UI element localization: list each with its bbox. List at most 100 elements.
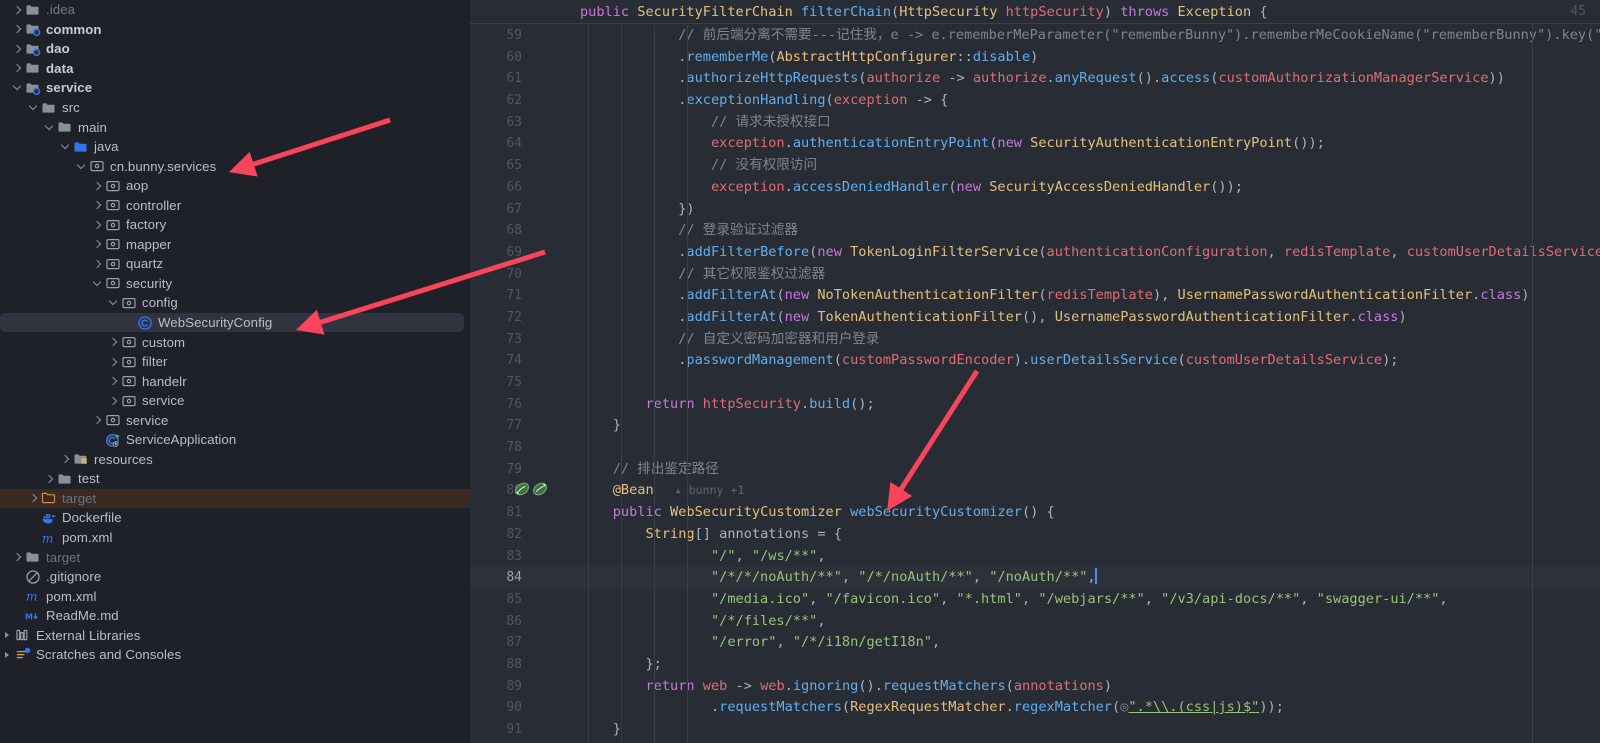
code-line-63[interactable]: 63 // 请求未授权接口: [470, 112, 1600, 134]
tree-item-pom-xml[interactable]: m pom.xml: [0, 528, 470, 548]
chevron-down-icon[interactable]: [44, 122, 55, 133]
line-number[interactable]: 84: [470, 567, 536, 589]
line-number[interactable]: 72: [470, 307, 536, 329]
tree-item-security[interactable]: security: [0, 274, 470, 294]
line-number[interactable]: 79: [470, 459, 536, 481]
line-number[interactable]: 74: [470, 350, 536, 372]
tree-item-common[interactable]: common: [0, 20, 470, 40]
tree-item-service[interactable]: service: [0, 78, 470, 98]
tree-item-factory[interactable]: factory: [0, 215, 470, 235]
tree-item-quartz[interactable]: quartz: [0, 254, 470, 274]
code-line-75[interactable]: 75: [470, 372, 1600, 394]
chevron-down-icon[interactable]: [76, 161, 87, 172]
code-line-86[interactable]: 86 "/*/files/**",: [470, 611, 1600, 633]
code-line-61[interactable]: 61 .authorizeHttpRequests(authorize -> a…: [470, 68, 1600, 90]
chevron-right-icon[interactable]: [92, 258, 103, 269]
chevron-right-icon[interactable]: [108, 337, 119, 348]
code-line-90[interactable]: 90 .requestMatchers(RegexRequestMatcher.…: [470, 697, 1600, 719]
tree-item-service[interactable]: service: [0, 391, 470, 411]
tree-item-mapper[interactable]: mapper: [0, 235, 470, 255]
chevron-right-icon[interactable]: [92, 200, 103, 211]
line-number[interactable]: 60: [470, 47, 536, 69]
line-number[interactable]: 67: [470, 199, 536, 221]
chevron-right-icon[interactable]: [92, 239, 103, 250]
code-line-79[interactable]: 79 // 排出鉴定路径: [470, 459, 1600, 481]
chevron-down-icon[interactable]: [60, 141, 71, 152]
code-line-70[interactable]: 70 // 其它权限鉴权过滤器: [470, 264, 1600, 286]
code-line-67[interactable]: 67 }): [470, 199, 1600, 221]
line-number[interactable]: 90: [470, 697, 536, 719]
chevron-right-icon[interactable]: [12, 552, 23, 563]
code-line-80[interactable]: 80 @Bean ▴ bunny +1: [470, 480, 1600, 502]
tree-item-cn-bunny-services[interactable]: cn.bunny.services: [0, 156, 470, 176]
chevron-right-icon[interactable]: [12, 4, 23, 15]
code-line-76[interactable]: 76 return httpSecurity.build();: [470, 394, 1600, 416]
chevron-right-icon[interactable]: [108, 395, 119, 406]
code-line-84[interactable]: 84 "/*/*/noAuth/**", "/*/noAuth/**", "/n…: [470, 567, 1600, 589]
code-line-66[interactable]: 66 exception.accessDeniedHandler(new Sec…: [470, 177, 1600, 199]
tree-item--idea[interactable]: .idea: [0, 0, 470, 20]
chevron-right-icon[interactable]: [92, 180, 103, 191]
line-number[interactable]: 81: [470, 502, 536, 524]
code-line-71[interactable]: 71 .addFilterAt(new NoTokenAuthenticatio…: [470, 285, 1600, 307]
tree-item-serviceapplication[interactable]: ServiceApplication: [0, 430, 470, 450]
line-number[interactable]: 73: [470, 329, 536, 351]
tree-item-readme-md[interactable]: M ReadMe.md: [0, 606, 470, 626]
line-number[interactable]: 82: [470, 524, 536, 546]
line-number[interactable]: 70: [470, 264, 536, 286]
spring-bean-navigate-icon[interactable]: [532, 481, 548, 501]
tree-item-pom-xml[interactable]: m pom.xml: [0, 586, 470, 606]
code-line-60[interactable]: 60 .rememberMe(AbstractHttpConfigurer::d…: [470, 47, 1600, 69]
tree-item-target[interactable]: target: [0, 488, 470, 509]
code-line-65[interactable]: 65 // 没有权限访问: [470, 155, 1600, 177]
line-number[interactable]: 62: [470, 90, 536, 112]
tree-item-service[interactable]: service: [0, 410, 470, 430]
tree-item-external-libraries[interactable]: External Libraries: [0, 626, 470, 646]
editor-lines[interactable]: 59 // 前后端分离不需要---记住我，e -> e.rememberMePa…: [470, 25, 1600, 743]
chevron-right-icon[interactable]: [92, 219, 103, 230]
code-line-68[interactable]: 68 // 登录验证过滤器: [470, 220, 1600, 242]
line-number[interactable]: 59: [470, 25, 536, 47]
gutter-icons[interactable]: [514, 482, 554, 500]
project-tree-panel[interactable]: .idea common dao data service src main java cn.b…: [0, 0, 470, 743]
code-line-81[interactable]: 81 public WebSecurityCustomizer webSecur…: [470, 502, 1600, 524]
code-line-78[interactable]: 78: [470, 437, 1600, 459]
line-number[interactable]: 91: [470, 719, 536, 741]
line-number[interactable]: 87: [470, 632, 536, 654]
chevron-down-icon[interactable]: [12, 82, 23, 93]
code-line-83[interactable]: 83 "/", "/ws/**",: [470, 546, 1600, 568]
code-line-72[interactable]: 72 .addFilterAt(new TokenAuthenticationF…: [470, 307, 1600, 329]
line-number[interactable]: 71: [470, 285, 536, 307]
chevron-right-icon[interactable]: [44, 473, 55, 484]
line-number[interactable]: 69: [470, 242, 536, 264]
code-line-82[interactable]: 82 String[] annotations = {: [470, 524, 1600, 546]
chevron-right-icon[interactable]: [12, 43, 23, 54]
chevron-right-icon[interactable]: [12, 63, 23, 74]
line-number[interactable]: 64: [470, 133, 536, 155]
tree-item-websecurityconfig[interactable]: WebSecurityConfig: [0, 312, 464, 333]
code-line-77[interactable]: 77 }: [470, 415, 1600, 437]
line-number[interactable]: 63: [470, 112, 536, 134]
line-number[interactable]: 77: [470, 415, 536, 437]
chevron-right-icon[interactable]: [108, 356, 119, 367]
tree-item-target[interactable]: target: [0, 547, 470, 567]
line-number[interactable]: 85: [470, 589, 536, 611]
line-number[interactable]: 75: [470, 372, 536, 394]
code-line-62[interactable]: 62 .exceptionHandling(exception -> {: [470, 90, 1600, 112]
code-line-91[interactable]: 91 }: [470, 719, 1600, 741]
chevron-small-icon[interactable]: [2, 630, 13, 641]
code-line-88[interactable]: 88 };: [470, 654, 1600, 676]
tree-item-dockerfile[interactable]: Dockerfile: [0, 508, 470, 528]
chevron-right-icon[interactable]: [108, 376, 119, 387]
line-number[interactable]: 88: [470, 654, 536, 676]
code-line-73[interactable]: 73 // 自定义密码加密器和用户登录: [470, 329, 1600, 351]
spring-bean-icon[interactable]: [514, 481, 530, 501]
tree-item-custom[interactable]: custom: [0, 332, 470, 352]
line-number[interactable]: 76: [470, 394, 536, 416]
tree-item--gitignore[interactable]: .gitignore: [0, 567, 470, 587]
code-line-87[interactable]: 87 "/error", "/*/i18n/getI18n",: [470, 632, 1600, 654]
line-number[interactable]: 66: [470, 177, 536, 199]
tree-item-config[interactable]: config: [0, 293, 470, 313]
line-number[interactable]: 89: [470, 676, 536, 698]
tree-item-test[interactable]: test: [0, 469, 470, 489]
